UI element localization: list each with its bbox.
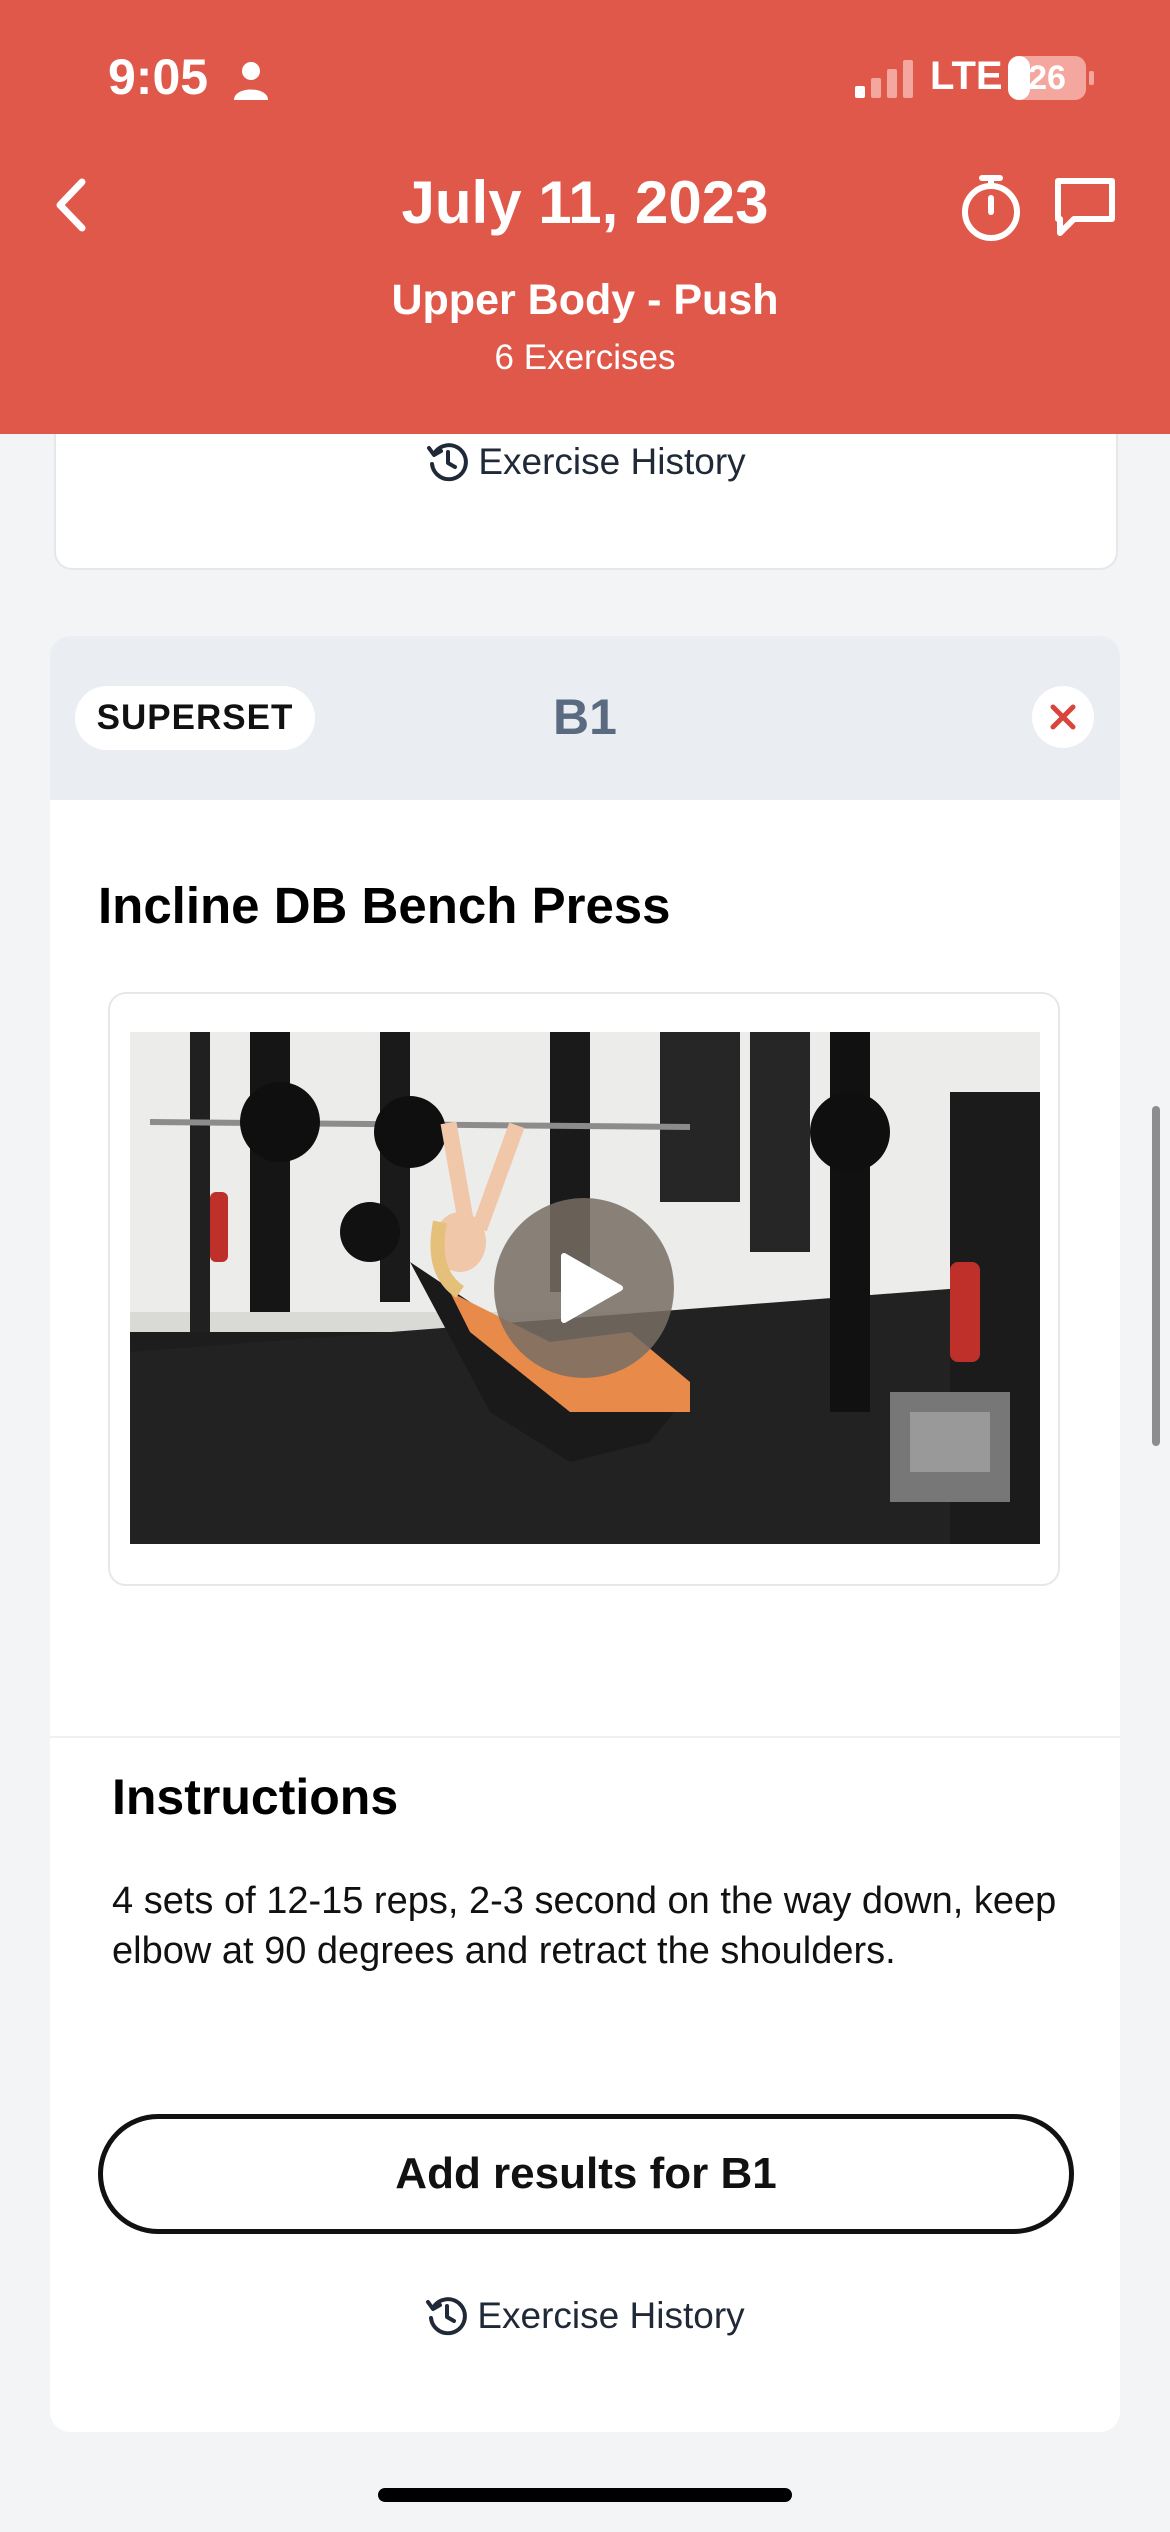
battery-level: 26 [1028, 59, 1066, 97]
status-time: 9:05 [108, 49, 209, 105]
cellular-signal-icon [855, 60, 913, 98]
superset-card: SUPERSET B1 Incline DB Bench Press Instr… [50, 636, 1120, 2432]
add-results-button[interactable]: Add results for B1 [98, 2114, 1074, 2234]
person-icon [234, 62, 268, 100]
section-divider [50, 1736, 1120, 1738]
scrollbar[interactable] [1152, 1106, 1160, 1446]
exercise-history-link[interactable]: Exercise History [56, 434, 1116, 490]
superset-header: SUPERSET B1 [50, 636, 1120, 800]
video-container [108, 992, 1060, 1586]
exercise-history-link[interactable]: Exercise History [50, 2286, 1120, 2346]
history-clock-icon [426, 2297, 468, 2336]
exercise-history-label: Exercise History [478, 441, 746, 482]
superset-group-label: B1 [553, 689, 617, 745]
app-header: 9:05 LTE 26 July 11, 2023 Upper Body - P… [0, 0, 1170, 434]
workout-name: Upper Body - Push [391, 276, 779, 324]
remove-superset-button[interactable] [1032, 686, 1094, 748]
close-icon [1050, 704, 1076, 730]
instructions-heading: Instructions [112, 1769, 399, 1825]
play-icon [561, 1253, 623, 1323]
exercise-history-label: Exercise History [477, 2295, 745, 2336]
play-button[interactable] [494, 1198, 674, 1378]
network-type: LTE [930, 54, 1003, 98]
exercise-title: Incline DB Bench Press [98, 877, 671, 934]
chat-bubble-icon[interactable] [1052, 175, 1118, 239]
exercise-count: 6 Exercises [494, 338, 676, 377]
history-clock-icon [427, 443, 469, 482]
instructions-text: 4 sets of 12-15 reps, 2-3 second on the … [112, 1880, 1057, 1972]
stopwatch-icon[interactable] [958, 172, 1024, 244]
previous-exercise-card: Exercise History [54, 434, 1118, 570]
battery-icon: 26 [1008, 56, 1094, 100]
exercise-video[interactable] [130, 1032, 1040, 1544]
home-indicator[interactable] [378, 2488, 792, 2502]
status-bar: 9:05 LTE 26 [0, 0, 1170, 150]
